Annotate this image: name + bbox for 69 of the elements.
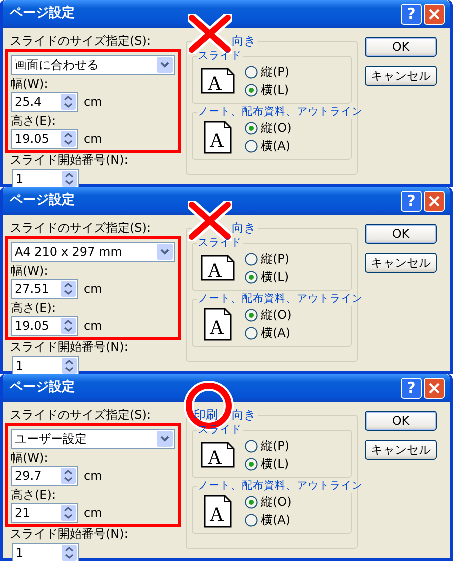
radio-label[interactable]: 縦(P) [261, 250, 290, 268]
radio-label[interactable]: 横(L) [261, 81, 290, 99]
group-title: スライド [197, 236, 243, 250]
page-letter-icon: A [204, 120, 232, 154]
size-dropdown[interactable]: ユーザー設定 [11, 429, 175, 449]
unit-label: cm [84, 94, 102, 111]
page-letter-icon: A [201, 255, 235, 281]
radio-label[interactable]: 横(L) [261, 455, 290, 473]
start-number-label: スライド開始番号(N): [9, 340, 130, 355]
help-button[interactable]: ? [401, 190, 422, 212]
group-title: ノート、配布資料、アウトライン [197, 479, 364, 493]
spin-field[interactable]: 1 [12, 169, 79, 189]
group-title: 印刷 [194, 408, 218, 422]
spin-field[interactable]: 19.05 [11, 316, 78, 336]
unit-label: cm [84, 468, 102, 485]
radio-label[interactable]: 縦(P) [261, 437, 290, 455]
radio-label[interactable]: 縦(P) [261, 63, 290, 81]
width-label: 幅(W): [11, 450, 50, 466]
spin-field[interactable]: 1 [12, 543, 79, 561]
page-letter-icon: A [204, 494, 232, 528]
page-letter-icon: A [204, 308, 232, 340]
dialog-button[interactable]: キャンセル [365, 66, 437, 86]
group-title: 向き [232, 221, 256, 235]
page-letter-icon: A [201, 68, 235, 94]
spin-field[interactable]: 21 [11, 503, 78, 523]
dialog-button[interactable]: OK [365, 37, 437, 57]
dialog-button[interactable]: キャンセル [365, 253, 437, 273]
radio-label[interactable]: 横(A) [261, 137, 291, 155]
window-title: ページ設定 [9, 4, 76, 24]
dialog-button[interactable]: OK [365, 411, 437, 431]
height-label: 高さ(E): [11, 487, 57, 503]
radio-label[interactable]: 横(L) [261, 268, 290, 286]
page-letter-icon: A [201, 442, 235, 468]
spin-field[interactable]: 27.51 [11, 279, 78, 299]
spin-field[interactable]: 1 [12, 356, 79, 376]
unit-label: cm [84, 281, 102, 298]
radio-label[interactable]: 横(A) [261, 511, 291, 529]
size-label: スライドのサイズ指定(S): [9, 34, 152, 49]
unit-label: cm [84, 131, 102, 148]
start-number-label: スライド開始番号(N): [9, 527, 130, 542]
help-button[interactable]: ? [401, 378, 422, 398]
window-title: ページ設定 [9, 378, 76, 398]
height-label: 高さ(E): [11, 113, 57, 129]
dialog-button[interactable]: OK [365, 224, 437, 244]
spin-field[interactable]: 19.05 [11, 129, 78, 149]
width-label: 幅(W): [11, 76, 50, 92]
spin-field[interactable]: 25.4 [11, 92, 78, 112]
radio-label[interactable]: 縦(O) [261, 119, 292, 137]
size-dropdown[interactable]: A4 210 x 297 mm [11, 242, 175, 262]
start-number-label: スライド開始番号(N): [9, 153, 130, 168]
group-title: スライド [197, 49, 243, 63]
size-dropdown[interactable]: 画面に合わせる [11, 55, 175, 75]
spin-field[interactable]: 29.7 [11, 466, 78, 486]
unit-label: cm [84, 505, 102, 522]
window-title: ページ設定 [9, 192, 76, 210]
help-button[interactable]: ? [401, 4, 422, 24]
radio-label[interactable]: 横(A) [261, 324, 291, 342]
width-label: 幅(W): [11, 263, 50, 279]
unit-label: cm [84, 318, 102, 335]
radio-label[interactable]: 縦(O) [261, 306, 292, 324]
size-label: スライドのサイズ指定(S): [9, 221, 152, 236]
group-title: 向き [232, 34, 256, 48]
group-title: 向き [232, 408, 256, 422]
group-title: ノート、配布資料、アウトライン [197, 292, 364, 306]
radio-label[interactable]: 縦(O) [261, 493, 292, 511]
dialog-button[interactable]: キャンセル [365, 440, 437, 460]
size-label: スライドのサイズ指定(S): [9, 408, 152, 423]
group-title: ノート、配布資料、アウトライン [197, 105, 364, 119]
height-label: 高さ(E): [11, 300, 57, 316]
